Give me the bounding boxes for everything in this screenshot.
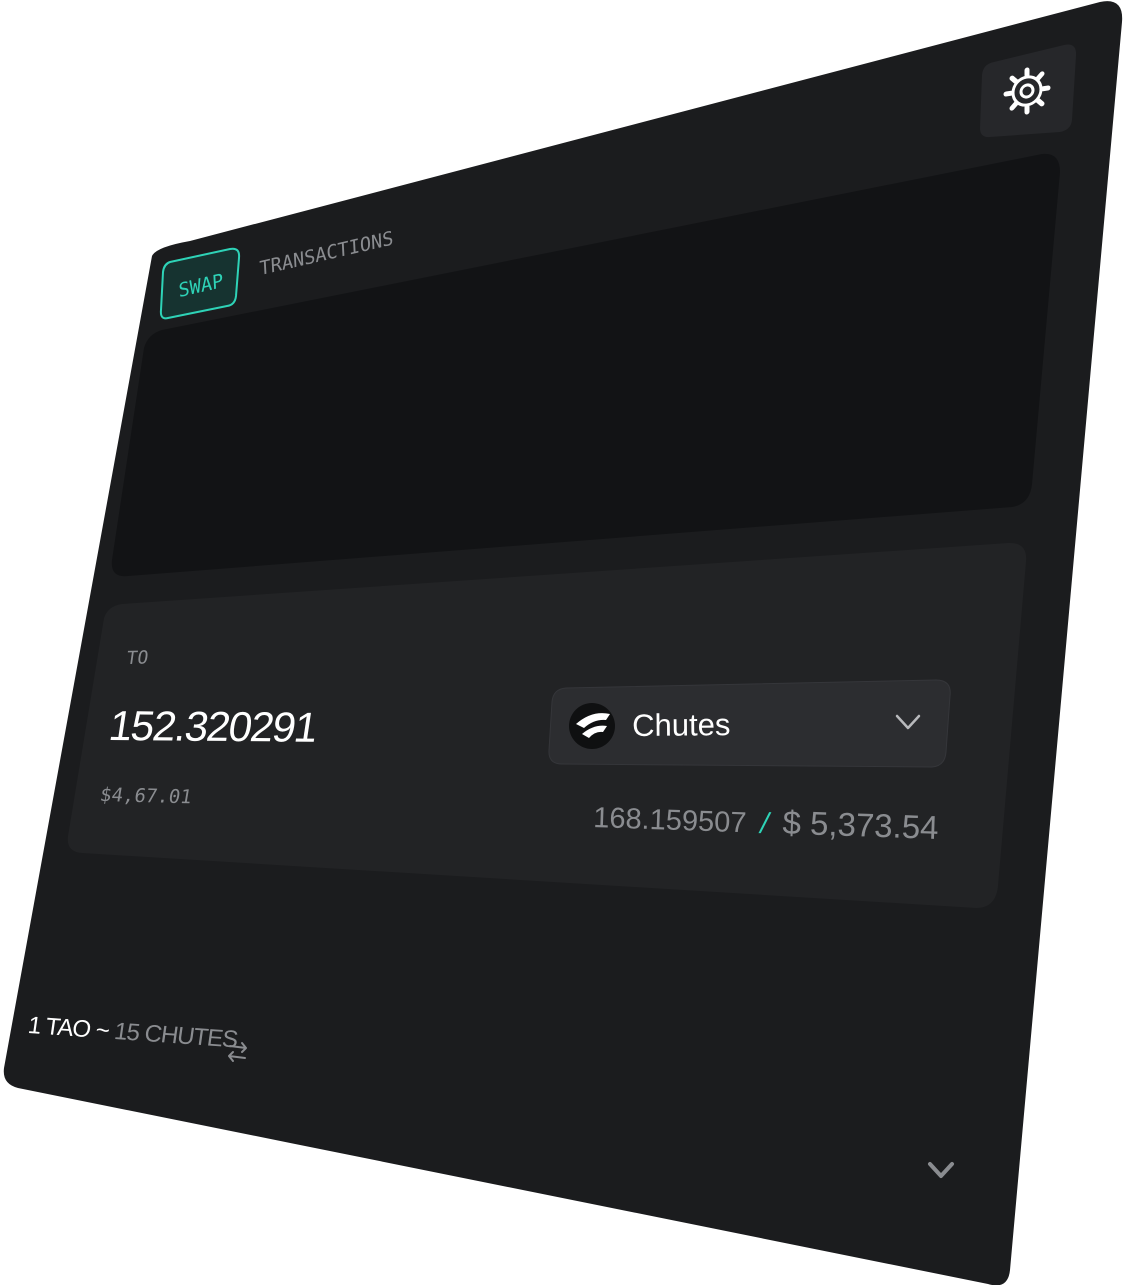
token-name: Chutes [632, 707, 731, 744]
token-name-text: Chutes [632, 707, 731, 743]
balance-usd: $ 5,373.54 [781, 803, 940, 847]
to-amount-value: 152.320291 [105, 702, 320, 751]
to-label-text: TO [125, 647, 150, 670]
to-amount-input[interactable]: 152.320291 [106, 702, 320, 752]
widget-surface [3, 1, 1123, 1285]
balance-separator: / [759, 807, 770, 841]
swap-widget: SWAP TRANSACTIONS TO 152.320291 $4,67.01… [0, 0, 1127, 1285]
balance-amount: 168.159507 [592, 801, 747, 840]
to-label: TO [125, 647, 150, 669]
to-usd-value: $4,67.01 [98, 784, 193, 808]
chutes-logo-icon [569, 703, 615, 749]
rate-base: 1 TAO ~ [26, 1012, 111, 1045]
to-usd-text: $4,67.01 [98, 784, 194, 809]
